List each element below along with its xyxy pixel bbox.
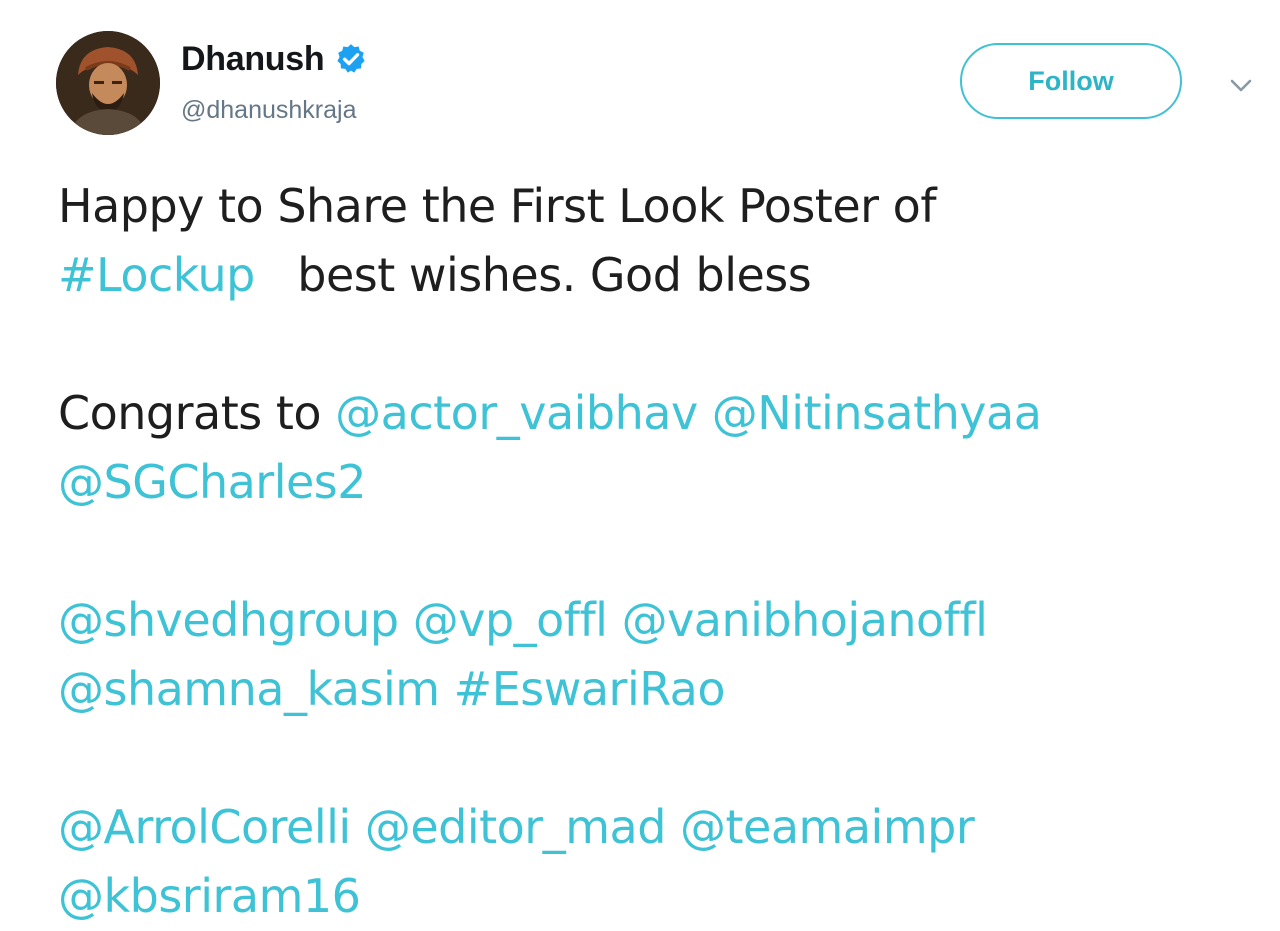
user-handle[interactable]: @dhanushkraja [181,94,357,126]
tweet-line: @SGCharles2 [58,448,1258,517]
mention-link[interactable]: @SGCharles2 [58,455,367,509]
chevron-down-icon [1230,79,1252,92]
tweet-text-segment: Happy to Share the First Look Poster of [58,179,937,233]
verified-badge-icon [337,44,365,73]
avatar[interactable] [56,31,160,135]
tweet-line: Congrats to @actor_vaibhav @Nitinsathyaa [58,379,1258,448]
mention-links[interactable]: @shvedhgroup @vp_offl @vanibhojanoffl [58,593,988,647]
tweet-text: Happy to Share the First Look Poster of … [58,172,1258,931]
tweet-text-segment: Congrats to [58,386,336,440]
mention-links[interactable]: @shamna_kasim #EswariRao [58,662,726,716]
account-name-row: Dhanush [181,38,368,80]
hashtag-link[interactable]: #Lockup [58,248,255,302]
tweet-line: @ArrolCorelli @editor_mad @teamaimpr [58,793,1258,862]
follow-button[interactable]: Follow [960,43,1182,119]
mention-links[interactable]: @ArrolCorelli @editor_mad @teamaimpr [58,800,975,854]
mention-link[interactable]: @kbsriram16 [58,869,361,923]
profile-photo-icon [56,31,160,135]
tweet-menu-button[interactable] [1226,70,1256,100]
tweet-line: Happy to Share the First Look Poster of [58,172,1258,241]
tweet-line: @shamna_kasim #EswariRao [58,655,1258,724]
mention-links[interactable]: @actor_vaibhav @Nitinsathyaa [335,386,1042,440]
display-name[interactable]: Dhanush [181,38,325,80]
tweet-line: #Lockup best wishes. God bless [58,241,1258,310]
tweet-line: @kbsriram16 [58,862,1258,931]
tweet-line: @shvedhgroup @vp_offl @vanibhojanoffl [58,586,1258,655]
tweet-text-segment: best wishes. God bless [254,248,812,302]
